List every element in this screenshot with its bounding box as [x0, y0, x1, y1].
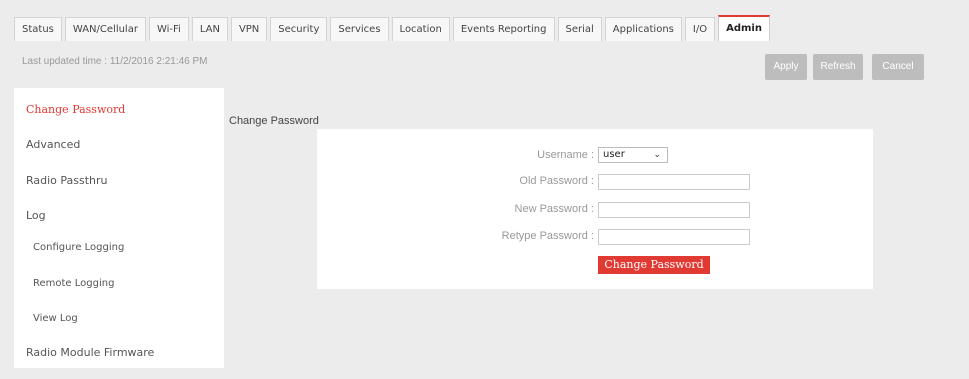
refresh-button[interactable]: Refresh — [813, 54, 863, 80]
tab-services[interactable]: Services — [330, 17, 389, 41]
tab-admin[interactable]: Admin — [718, 15, 770, 41]
tab-wifi[interactable]: Wi-Fi — [148, 17, 189, 41]
chevron-down-icon: ⌄ — [653, 150, 661, 160]
retype-password-field[interactable] — [598, 229, 750, 245]
tab-applications[interactable]: Applications — [604, 17, 682, 41]
tab-io[interactable]: I/O — [684, 17, 716, 41]
sidebar-item-radio-module-firmware[interactable]: Radio Module Firmware — [26, 346, 154, 359]
page-title: Change Password — [229, 115, 319, 127]
change-password-form — [317, 129, 873, 289]
tab-wan-cellular[interactable]: WAN/Cellular — [64, 17, 146, 41]
last-updated-text: Last updated time : 11/2/2016 2:21:46 PM — [22, 56, 208, 67]
sidebar-item-advanced[interactable]: Advanced — [26, 138, 80, 151]
sidebar-item-view-log[interactable]: View Log — [33, 313, 78, 324]
username-select[interactable]: user ⌄ — [598, 147, 668, 163]
sidebar-item-configure-logging[interactable]: Configure Logging — [33, 242, 124, 253]
new-password-field[interactable] — [598, 202, 750, 218]
sidebar: Change Password Advanced Radio Passthru … — [14, 88, 224, 368]
old-password-field[interactable] — [598, 174, 750, 190]
sidebar-item-log[interactable]: Log — [26, 209, 46, 222]
tab-security[interactable]: Security — [270, 17, 328, 41]
top-tab-bar: Status WAN/Cellular Wi-Fi LAN VPN Securi… — [14, 15, 770, 41]
tab-status[interactable]: Status — [14, 17, 62, 41]
sidebar-item-remote-logging[interactable]: Remote Logging — [33, 278, 114, 289]
tab-vpn[interactable]: VPN — [230, 17, 268, 41]
tab-events-reporting[interactable]: Events Reporting — [452, 17, 555, 41]
retype-password-label: Retype Password : — [501, 230, 594, 242]
new-password-label: New Password : — [514, 203, 594, 215]
sidebar-item-change-password[interactable]: Change Password — [26, 103, 125, 116]
old-password-label: Old Password : — [519, 175, 594, 187]
username-label: Username : — [537, 149, 594, 161]
cancel-button[interactable]: Cancel — [872, 54, 924, 80]
tab-lan[interactable]: LAN — [191, 17, 228, 41]
change-password-button[interactable]: Change Password — [598, 256, 710, 274]
tab-serial[interactable]: Serial — [557, 17, 602, 41]
tab-location[interactable]: Location — [391, 17, 450, 41]
username-value: user — [603, 149, 625, 160]
sidebar-item-radio-passthru[interactable]: Radio Passthru — [26, 174, 108, 187]
apply-button[interactable]: Apply — [765, 54, 807, 80]
